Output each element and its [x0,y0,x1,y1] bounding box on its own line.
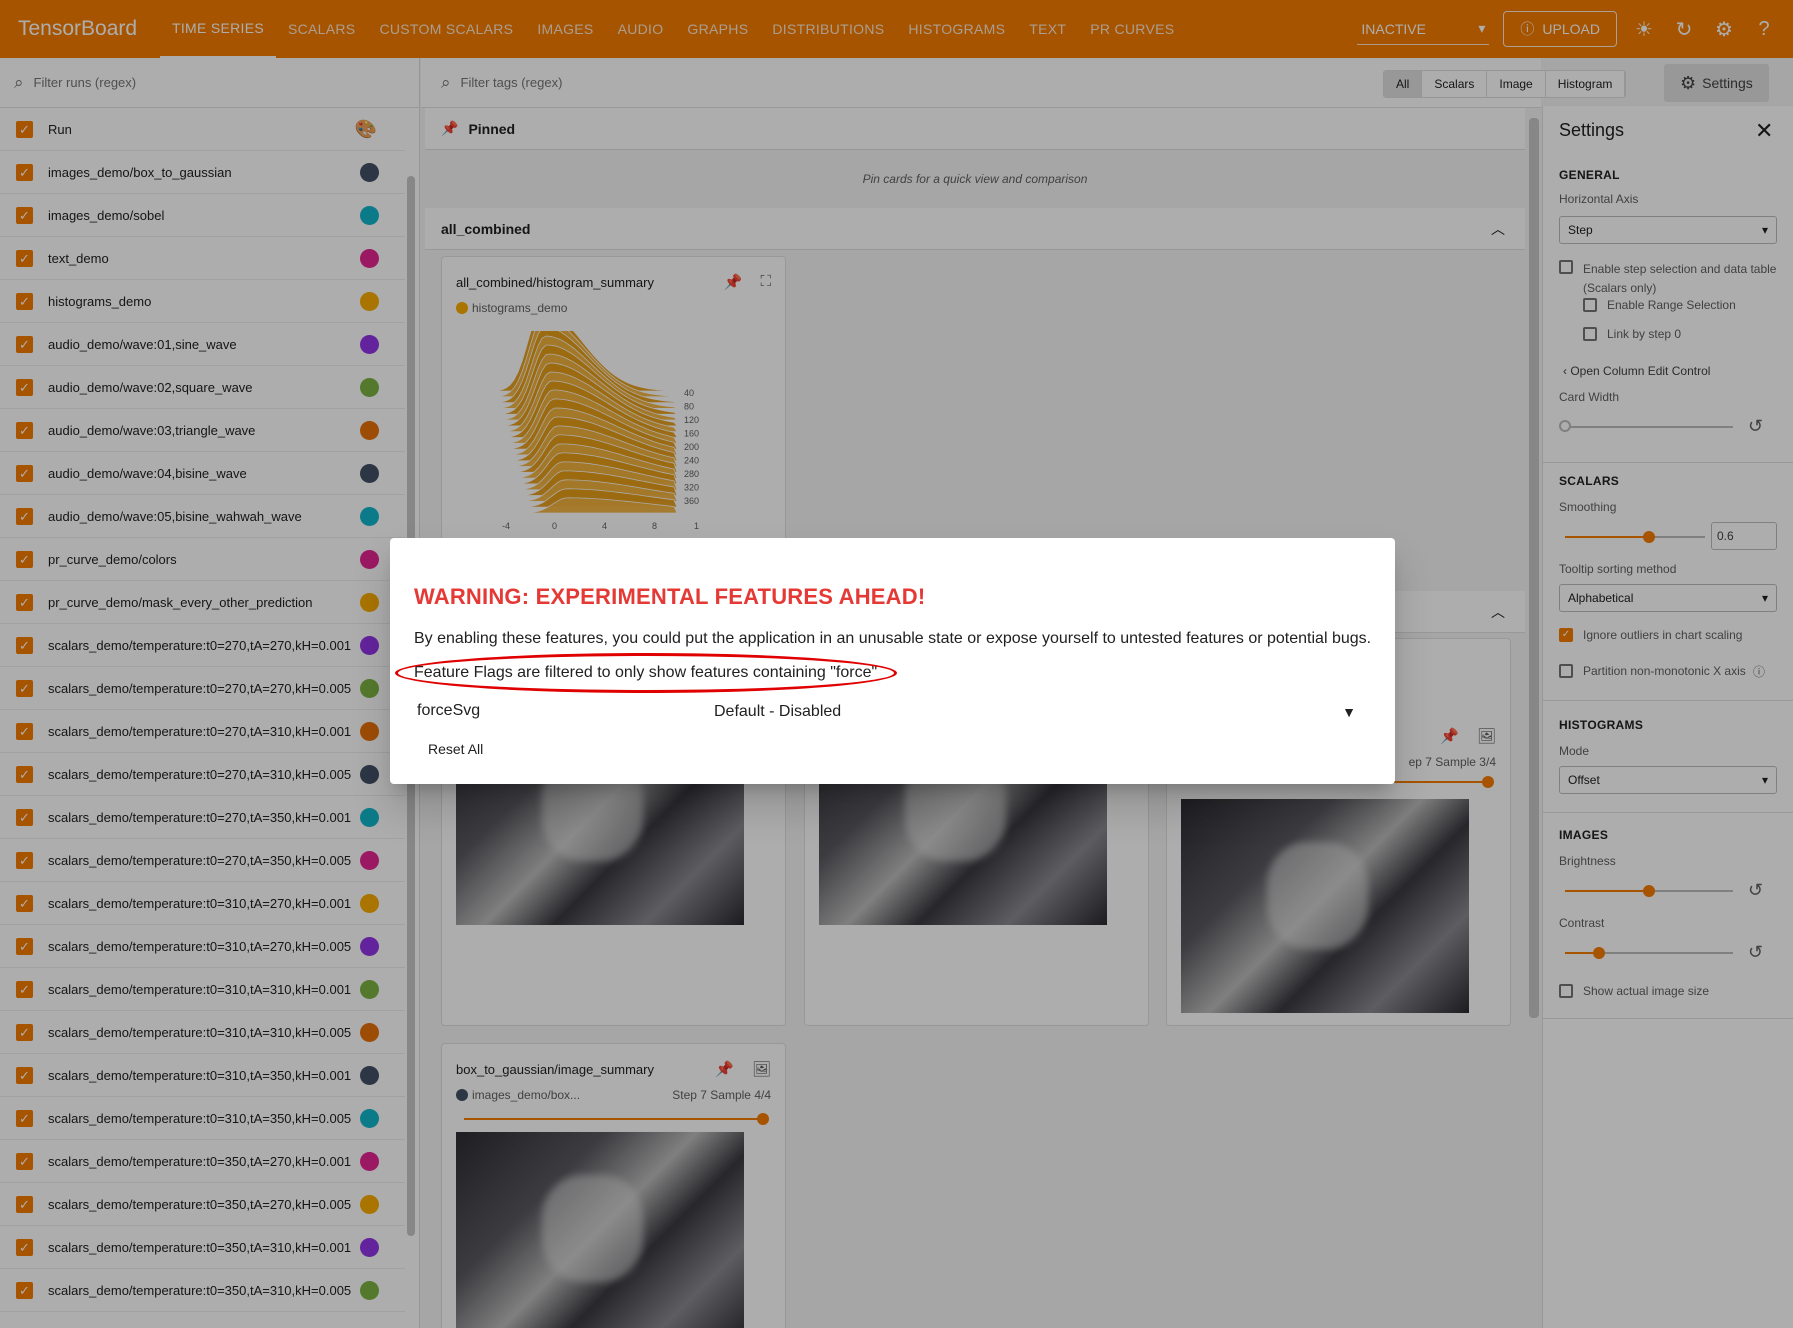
dialog-body: By enabling these features, you could pu… [414,630,1372,647]
reset-all-button[interactable]: Reset All [420,732,491,766]
feature-flag-value: Default - Disabled [714,703,842,720]
feature-flag-name: forceSvg [417,702,481,719]
chevron-down-icon: ▼ [1342,704,1356,720]
feature-flags-dialog: WARNING: EXPERIMENTAL FEATURES AHEAD! By… [390,538,1395,784]
feature-flag-select[interactable]: Default - Disabled ▼ [714,694,1366,730]
highlight-ellipse [395,653,897,693]
dialog-title: WARNING: EXPERIMENTAL FEATURES AHEAD! [414,584,926,609]
